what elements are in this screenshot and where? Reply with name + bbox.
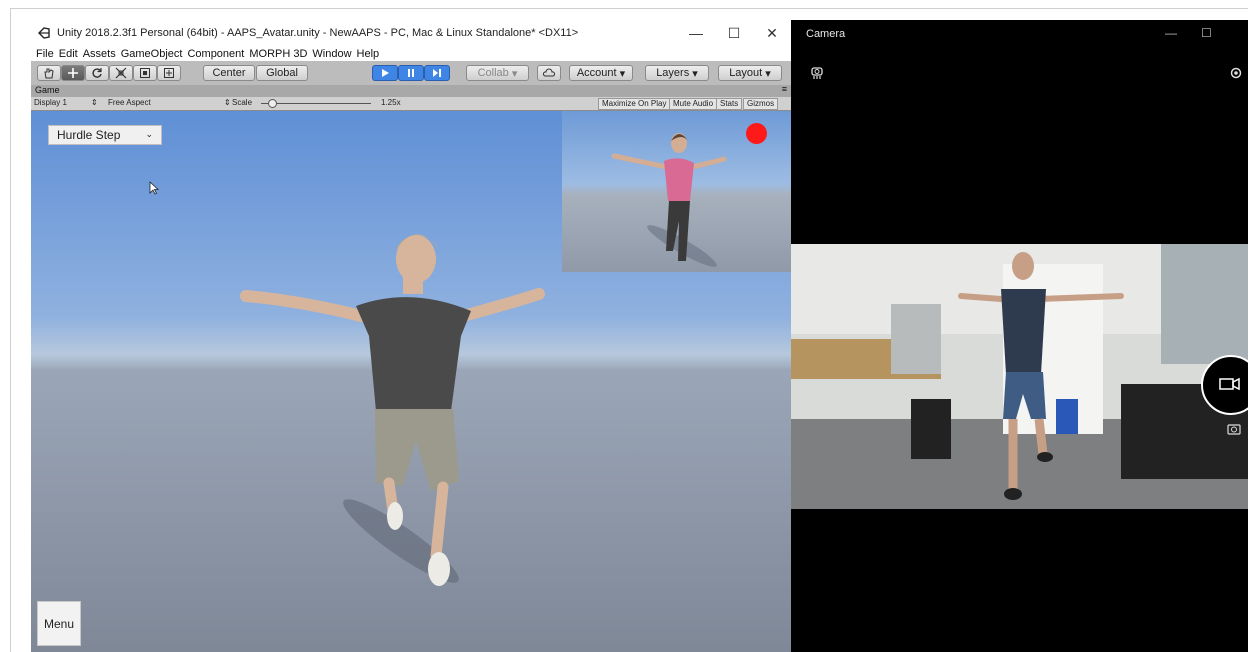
reference-avatar-pants <box>666 201 690 261</box>
camera-minimize-button[interactable]: — <box>1165 26 1177 40</box>
unity-toolbar: Center Global Collab ▾ Account ▾ Layers … <box>31 61 791 85</box>
menu-window[interactable]: Window <box>312 48 351 60</box>
menu-morph3d[interactable]: MORPH 3D <box>249 48 307 60</box>
avatar-right-arm <box>457 288 545 322</box>
rect-tool-button[interactable] <box>133 65 157 81</box>
gear-icon[interactable] <box>1228 65 1244 81</box>
pivot-global-button[interactable]: Global <box>256 65 308 81</box>
minimize-button[interactable]: — <box>677 25 715 41</box>
avatar-shoe-right <box>428 552 450 586</box>
camera-window: Camera — ☐ <box>791 20 1248 652</box>
window-title: Unity 2018.2.3f1 Personal (64bit) - AAPS… <box>57 27 579 39</box>
cloud-icon <box>543 68 555 77</box>
menu-button-label: Menu <box>43 616 75 631</box>
pause-icon <box>408 69 414 77</box>
menu-button[interactable]: Menu <box>37 601 81 646</box>
camera-window-title: Camera <box>806 28 846 40</box>
menu-help[interactable]: Help <box>357 48 380 60</box>
menu-gameobject[interactable]: GameObject <box>121 48 183 60</box>
layout-label: Layout <box>729 67 763 79</box>
pivot-center-button[interactable]: Center <box>203 65 255 81</box>
game-view-bar: Display 1 ⇕ Free Aspect ⇕ Scale 1.25x Ma… <box>31 97 791 111</box>
video-camera-icon <box>1219 377 1240 391</box>
chevron-down-icon: ⌄ <box>145 129 153 139</box>
scale-tool-button[interactable] <box>109 65 133 81</box>
step-icon <box>433 69 441 77</box>
transform-tool-button[interactable] <box>157 65 181 81</box>
layers-label: Layers <box>656 67 690 79</box>
office-scene <box>791 244 1248 509</box>
account-dropdown[interactable]: Account ▾ <box>569 65 633 81</box>
unity-window: Unity 2018.2.3f1 Personal (64bit) - AAPS… <box>31 20 791 652</box>
scale-value: 1.25x <box>381 98 401 107</box>
scale-label: Scale <box>232 98 253 107</box>
collab-button[interactable]: Collab ▾ <box>466 65 529 81</box>
display-select-arrow: ⇕ <box>91 98 98 107</box>
menu-assets[interactable]: Assets <box>83 48 116 60</box>
pause-button[interactable] <box>398 65 424 81</box>
rect-icon <box>140 68 150 78</box>
recording-indicator <box>746 123 767 144</box>
menu-file[interactable]: File <box>36 48 54 60</box>
aspect-select-arrow: ⇕ <box>224 98 231 107</box>
cloud-button[interactable] <box>537 65 561 81</box>
hdr-settings-icon[interactable] <box>809 65 825 81</box>
unity-titlebar: Unity 2018.2.3f1 Personal (64bit) - AAPS… <box>31 20 791 46</box>
game-viewport[interactable]: Hurdle Step ⌄ Menu <box>31 111 791 652</box>
reference-avatar-shirt <box>664 158 694 201</box>
person-shirt <box>1001 289 1046 374</box>
rotate-icon <box>92 68 102 78</box>
close-button[interactable]: ✕ <box>753 25 791 42</box>
play-icon <box>382 69 389 77</box>
hand-icon <box>44 68 54 79</box>
reference-avatar-inset <box>562 111 791 272</box>
rotate-tool-button[interactable] <box>85 65 109 81</box>
collab-label: Collab <box>477 67 509 79</box>
gizmos-toggle[interactable]: Gizmos <box>743 98 779 110</box>
exercise-dropdown[interactable]: Hurdle Step ⌄ <box>48 125 162 145</box>
tab-menu-icon[interactable]: ≡ <box>782 84 787 94</box>
move-icon <box>68 68 78 78</box>
game-tab[interactable]: Game ≡ <box>31 84 791 97</box>
photo-camera-icon[interactable] <box>1227 423 1241 435</box>
play-button[interactable] <box>372 65 398 81</box>
menu-bar: File Edit Assets GameObject Component MO… <box>31 46 791 61</box>
menu-component[interactable]: Component <box>187 48 244 60</box>
avatar-shoe-left <box>387 502 403 530</box>
maximize-button[interactable]: ☐ <box>715 25 753 42</box>
avatar-left-arm <box>240 290 367 322</box>
mute-audio-toggle[interactable]: Mute Audio <box>669 98 718 110</box>
exercise-dropdown-value: Hurdle Step <box>57 128 121 142</box>
scale-slider-handle[interactable] <box>268 99 277 108</box>
pivot-global-label: Global <box>266 67 298 79</box>
transform-icon <box>164 68 174 78</box>
layout-dropdown[interactable]: Layout ▾ <box>718 65 782 81</box>
stats-toggle[interactable]: Stats <box>716 98 743 110</box>
move-tool-button[interactable] <box>61 65 85 81</box>
scale-icon <box>115 67 127 79</box>
scale-slider-track[interactable] <box>261 103 371 104</box>
unity-logo-icon <box>38 27 50 39</box>
account-label: Account <box>576 67 617 79</box>
pivot-center-label: Center <box>212 67 246 79</box>
avatar-shirt <box>356 297 471 411</box>
bin <box>911 399 951 459</box>
step-button[interactable] <box>424 65 450 81</box>
camera-preview <box>791 244 1248 509</box>
camera-maximize-button[interactable]: ☐ <box>1201 26 1212 40</box>
menu-edit[interactable]: Edit <box>59 48 78 60</box>
aspect-select[interactable]: Free Aspect <box>108 98 151 107</box>
hand-tool-button[interactable] <box>37 65 61 81</box>
game-tab-label: Game <box>35 85 60 95</box>
layers-dropdown[interactable]: Layers ▾ <box>645 65 709 81</box>
maximize-on-play-toggle[interactable]: Maximize On Play <box>598 98 671 110</box>
display-select[interactable]: Display 1 <box>34 98 67 107</box>
mouse-cursor-icon <box>149 181 159 195</box>
